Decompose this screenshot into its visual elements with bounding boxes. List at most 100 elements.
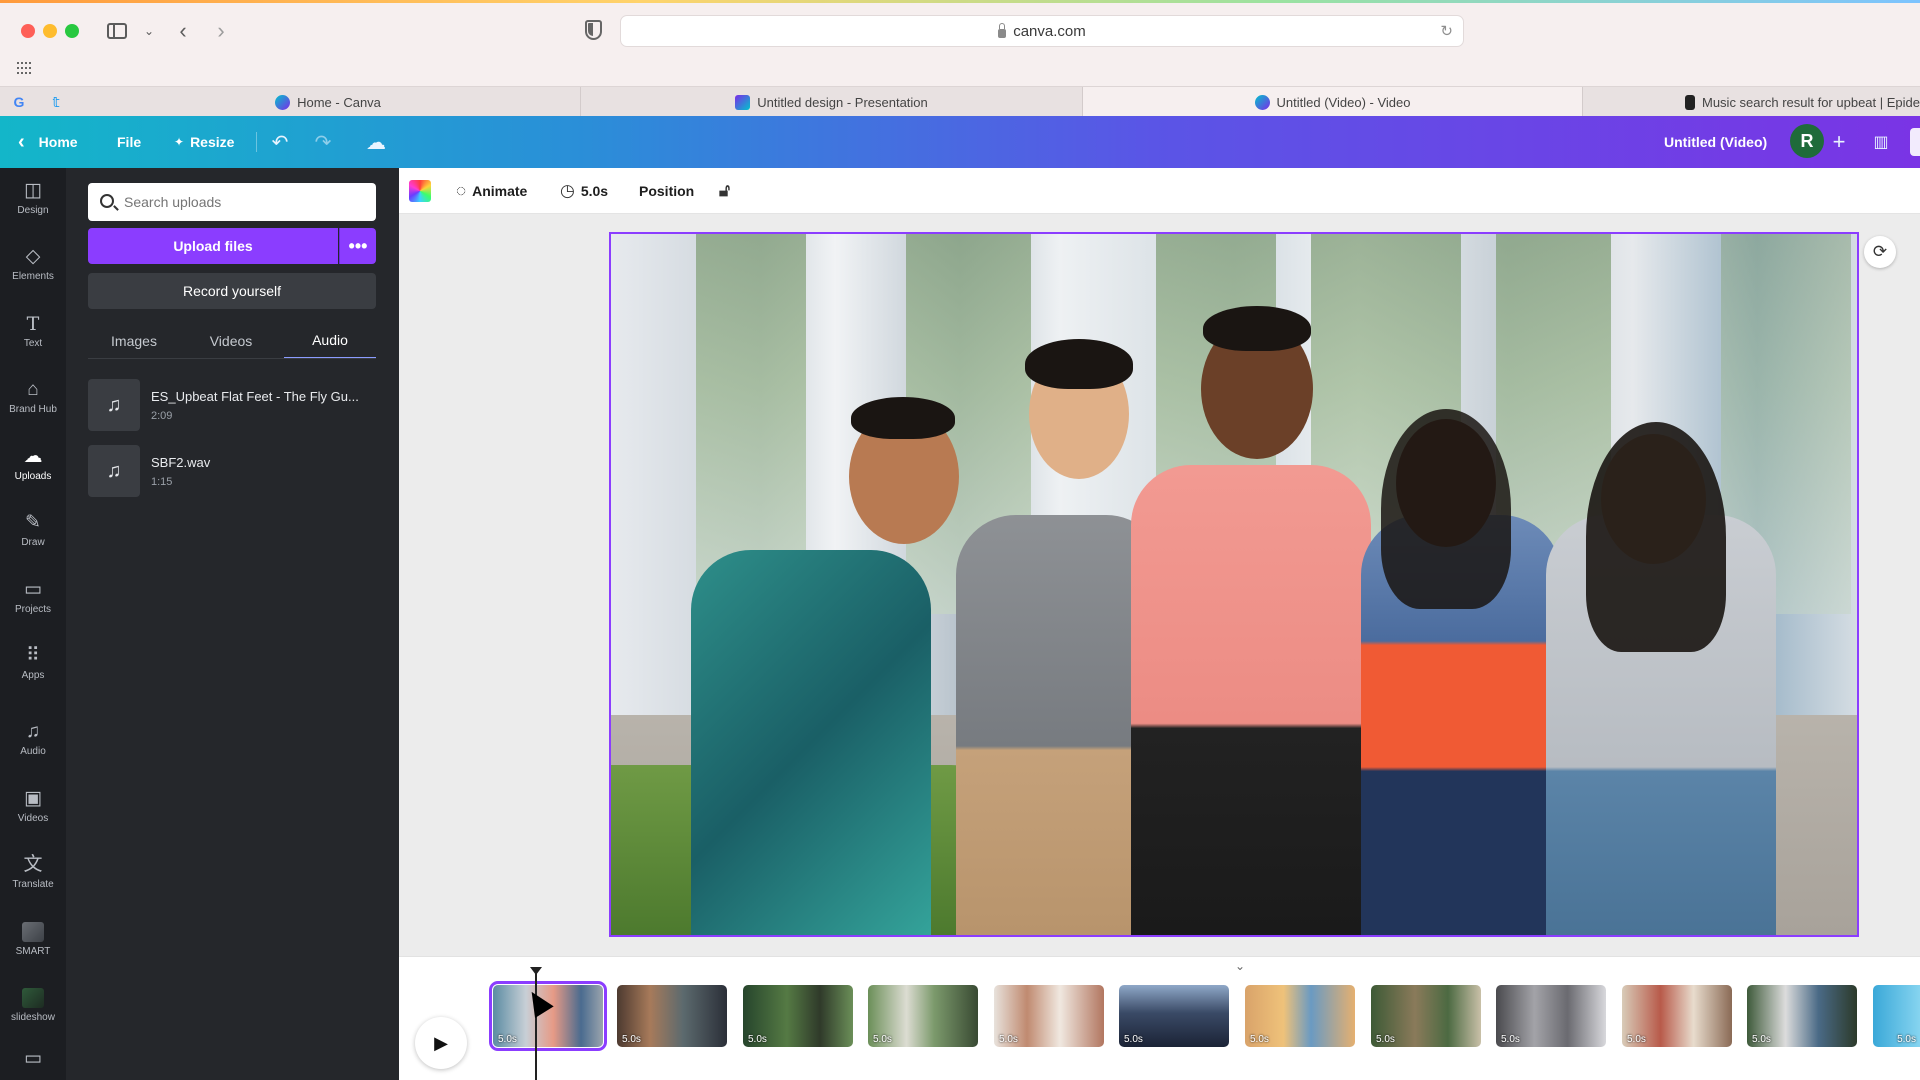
- rail-item-uploads[interactable]: ☁ Uploads: [0, 434, 66, 494]
- add-collaborator-icon[interactable]: +: [1827, 129, 1851, 154]
- rail-item-audio[interactable]: ♫ Audio: [0, 709, 66, 769]
- tab-videos[interactable]: Videos: [185, 323, 277, 359]
- scene-thumbnail[interactable]: 5.0s: [743, 985, 853, 1047]
- sidebar-dropdown-icon[interactable]: ⌄: [134, 18, 164, 44]
- rail-label: Brand Hub: [9, 403, 57, 415]
- scene-duration: 5.0s: [1376, 1034, 1395, 1045]
- rail-item-brand-hub[interactable]: ⌂ Brand Hub: [0, 367, 66, 427]
- apps-icon: ⠿: [26, 644, 40, 666]
- record-yourself-button[interactable]: Record yourself: [88, 273, 376, 309]
- address-bar[interactable]: canva.com ↻: [620, 15, 1464, 47]
- google-icon[interactable]: G: [10, 93, 28, 111]
- padlock-icon: 🔓︎: [719, 181, 731, 200]
- sidebar-toggle-icon[interactable]: [102, 18, 132, 44]
- music-icon: ♫: [25, 720, 41, 742]
- design-page[interactable]: [609, 232, 1859, 937]
- pen-icon: ✎: [25, 511, 41, 533]
- scene-thumbnail[interactable]: 5.0s: [489, 981, 607, 1051]
- scene-thumbnail[interactable]: 5.0s: [1747, 985, 1857, 1047]
- rail-item-elements[interactable]: ◇ Elements: [0, 234, 66, 294]
- animate-icon: ◌: [456, 181, 467, 200]
- home-button[interactable]: ‹ Home: [18, 116, 78, 168]
- redo-icon[interactable]: ↷: [311, 130, 335, 154]
- duration-button[interactable]: ◷ 5.0s: [560, 168, 608, 214]
- rail-item-draw[interactable]: ✎ Draw: [0, 500, 66, 560]
- document-title[interactable]: Untitled (Video): [1664, 116, 1767, 168]
- tab-music-search[interactable]: Music search result for upbeat | Epide: [1583, 87, 1920, 117]
- audio-list-item[interactable]: ♫ ES_Upbeat Flat Feet - The Fly Gu... 2:…: [88, 379, 378, 431]
- undo-icon[interactable]: ↶: [268, 130, 292, 154]
- rail-item-slideshow[interactable]: slideshow: [0, 975, 66, 1035]
- file-menu-button[interactable]: File: [117, 116, 141, 168]
- text-icon: T: [26, 312, 40, 335]
- rail-item-design[interactable]: ◫ Design: [0, 168, 66, 228]
- bookmarks-apps-icon[interactable]: [17, 62, 33, 75]
- scene-duration: 5.0s: [748, 1034, 767, 1045]
- cloud-saved-icon[interactable]: ☁: [364, 130, 388, 154]
- tabs-divider: [88, 358, 376, 359]
- rail-label: Draw: [21, 536, 45, 548]
- chevron-down-icon[interactable]: ⌄: [1235, 959, 1245, 973]
- tab-images[interactable]: Images: [88, 323, 180, 359]
- rail-item-videos[interactable]: ▣ Videos: [0, 776, 66, 836]
- position-button[interactable]: Position: [639, 168, 694, 214]
- tab-untitled-presentation[interactable]: Untitled design - Presentation: [581, 87, 1083, 117]
- scene-duration: 5.0s: [498, 1034, 517, 1045]
- tab-audio[interactable]: Audio: [284, 323, 376, 359]
- color-picker-button[interactable]: [409, 180, 431, 202]
- tab-untitled-video[interactable]: Untitled (Video) - Video: [1083, 87, 1583, 117]
- scene-thumbnail[interactable]: 5.0s: [994, 985, 1104, 1047]
- tab-label: Untitled (Video) - Video: [1276, 94, 1411, 110]
- share-button-edge[interactable]: [1910, 128, 1920, 156]
- scene-thumbnail[interactable]: 5.0s: [1245, 985, 1355, 1047]
- twitter-icon[interactable]: 𝕥: [47, 93, 65, 111]
- audio-list-item[interactable]: ♫ SBF2.wav 1:15: [88, 445, 378, 497]
- upload-more-button[interactable]: •••: [339, 228, 376, 264]
- scene-thumbnail[interactable]: 5.0s: [868, 985, 978, 1047]
- tab-bar: G 𝕥 Home - Canva Untitled design - Prese…: [0, 86, 1920, 117]
- upload-files-button[interactable]: Upload files: [88, 228, 338, 264]
- forward-icon[interactable]: ›: [206, 18, 236, 44]
- person-hair: [851, 397, 955, 439]
- translate-icon: 文: [23, 853, 43, 875]
- back-icon[interactable]: ‹: [168, 18, 198, 44]
- close-window-button[interactable]: [21, 24, 35, 38]
- rail-item-apps[interactable]: ⠿ Apps: [0, 633, 66, 693]
- scene-duration: 5.0s: [1250, 1034, 1269, 1045]
- animate-button[interactable]: ◌ Animate: [456, 168, 527, 214]
- music-note-icon: ♫: [88, 379, 140, 431]
- scene-thumbnail[interactable]: 5.0s: [1371, 985, 1481, 1047]
- scene-thumbnail[interactable]: 5.0s: [1873, 985, 1920, 1047]
- rail-item-projects[interactable]: ▭ Projects: [0, 567, 66, 627]
- minimize-window-button[interactable]: [43, 24, 57, 38]
- rail-label: slideshow: [11, 1011, 55, 1023]
- search-input[interactable]: [88, 183, 376, 221]
- reload-icon[interactable]: ↻: [1440, 22, 1453, 40]
- rail-label: Audio: [20, 745, 46, 757]
- privacy-shield-icon[interactable]: [585, 20, 602, 40]
- resize-button[interactable]: ✦ Resize: [174, 116, 234, 168]
- refresh-frame-icon[interactable]: ⟳: [1864, 236, 1896, 268]
- maximize-window-button[interactable]: [65, 24, 79, 38]
- insights-chart-icon[interactable]: ▥: [1869, 130, 1893, 154]
- rail-item-smart[interactable]: SMART: [0, 909, 66, 969]
- music-note-icon: ♫: [88, 445, 140, 497]
- scene-thumbnail[interactable]: 5.0s: [1496, 985, 1606, 1047]
- rail-item-more[interactable]: ▭: [0, 1038, 66, 1080]
- person-hair: [1203, 306, 1311, 351]
- chrome-accent-line: [0, 0, 1920, 3]
- lock-button[interactable]: 🔓︎: [719, 168, 730, 214]
- person-hair: [1381, 409, 1511, 609]
- scene-thumbnail[interactable]: 5.0s: [617, 985, 727, 1047]
- epidemic-favicon-icon: [1685, 94, 1695, 110]
- avatar[interactable]: R: [1790, 124, 1824, 158]
- scene-thumbnail[interactable]: 5.0s: [1622, 985, 1732, 1047]
- scene-duration: 5.0s: [873, 1034, 892, 1045]
- tab-home-canva[interactable]: Home - Canva: [76, 87, 581, 117]
- play-button[interactable]: ▶: [415, 1017, 467, 1069]
- presentation-favicon-icon: [735, 94, 751, 110]
- rail-item-text[interactable]: T Text: [0, 301, 66, 361]
- scene-thumbnail[interactable]: 5.0s: [1119, 985, 1229, 1047]
- duration-label: 5.0s: [580, 183, 609, 199]
- rail-item-translate[interactable]: 文 Translate: [0, 842, 66, 902]
